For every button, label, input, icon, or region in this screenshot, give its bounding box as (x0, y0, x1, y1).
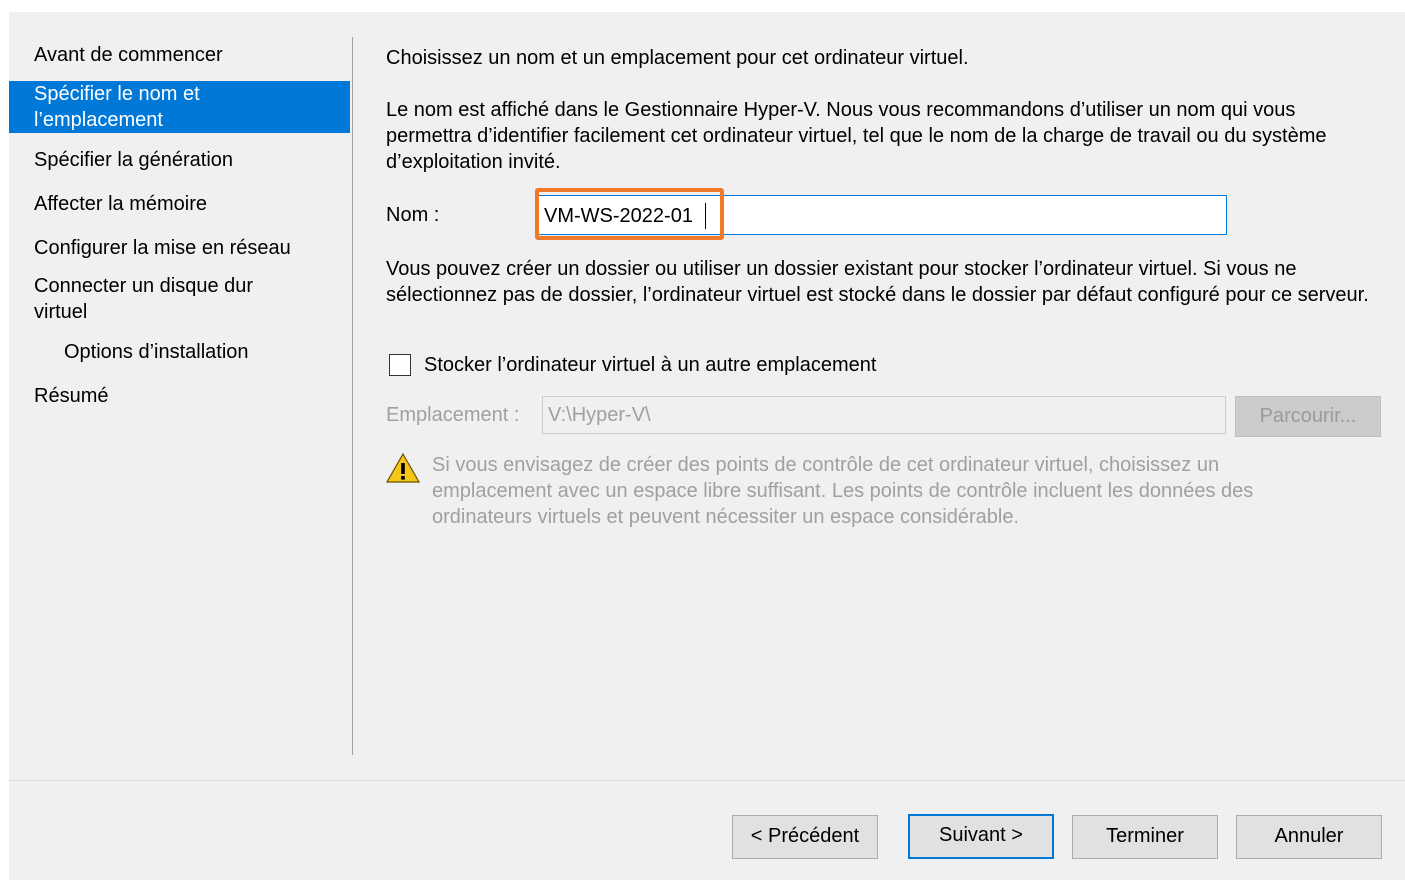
vertical-divider (352, 37, 353, 755)
store-elsewhere-checkbox[interactable] (389, 354, 411, 376)
warning-icon (386, 452, 420, 483)
step-name-location[interactable]: Spécifier le nom et l’emplacement (9, 81, 350, 133)
browse-button[interactable]: Parcourir... (1235, 396, 1381, 437)
next-button[interactable]: Suivant > (908, 814, 1054, 859)
store-elsewhere-label[interactable]: Stocker l’ordinateur virtuel à un autre … (424, 352, 876, 378)
warning-text: Si vous envisagez de créer des points de… (432, 454, 1254, 528)
step-memory[interactable]: Affecter la mémoire (9, 191, 350, 217)
step-label: Configurer la mise en réseau (34, 237, 291, 259)
name-label: Nom : (386, 204, 440, 226)
step-label: Options d’installation (64, 341, 249, 363)
folder-description: Vous pouvez créer un dossier ou utiliser… (386, 258, 1369, 306)
step-label: Spécifier le nom et l’emplacement (34, 83, 200, 131)
step-generation[interactable]: Spécifier la génération (9, 147, 350, 173)
step-label: Affecter la mémoire (34, 193, 208, 215)
step-installation-options[interactable]: Options d’installation (9, 339, 350, 365)
location-input-value: V:\Hyper-V\ (548, 404, 651, 426)
footer-divider (9, 780, 1405, 781)
cancel-button[interactable]: Annuler (1236, 815, 1382, 859)
wizard-dialog: Avant de commencer Spécifier le nom et l… (9, 12, 1405, 880)
name-description: Le nom est affiché dans le Gestionnaire … (386, 99, 1327, 173)
location-input[interactable]: V:\Hyper-V\ (542, 396, 1226, 434)
step-label: Connecter un disque dur virtuel (34, 275, 254, 323)
step-before-you-begin[interactable]: Avant de commencer (9, 42, 350, 68)
location-label: Emplacement : (386, 404, 520, 426)
step-label: Avant de commencer (34, 44, 223, 66)
page-heading: Choisissez un nom et un emplacement pour… (386, 47, 969, 69)
step-label: Spécifier la génération (34, 149, 234, 171)
step-summary[interactable]: Résumé (9, 383, 350, 409)
name-highlight-box (535, 188, 724, 240)
step-virtual-disk[interactable]: Connecter un disque dur virtuel (9, 273, 350, 325)
previous-button[interactable]: < Précédent (732, 815, 878, 859)
step-networking[interactable]: Configurer la mise en réseau (9, 235, 350, 261)
finish-button[interactable]: Terminer (1072, 815, 1218, 859)
step-label: Résumé (34, 385, 109, 407)
